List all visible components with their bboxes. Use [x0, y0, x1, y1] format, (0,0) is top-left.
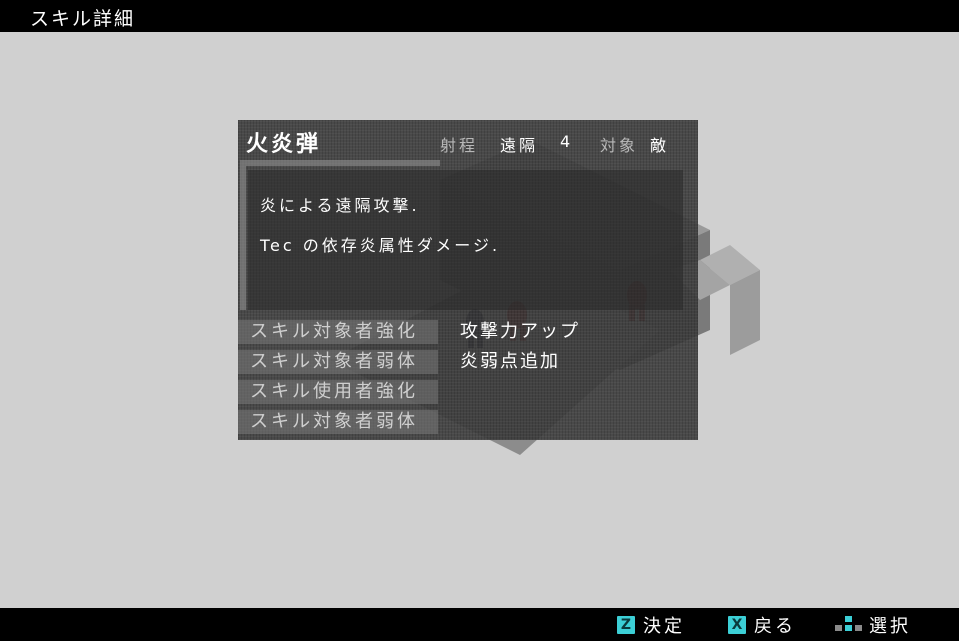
select-label: 選択: [869, 616, 911, 637]
effect-value: 炎弱点追加: [460, 351, 560, 372]
skill-detail-panel: 火炎弾 射程 遠隔 4 対象 敵 炎による遠隔攻撃. Tec の依存炎属性ダメー…: [238, 120, 698, 440]
target-value: 敵: [650, 136, 670, 155]
range-type: 遠隔: [500, 136, 539, 155]
effect-row[interactable]: スキル対象者弱体: [238, 410, 698, 434]
z-key-icon: Z: [617, 616, 635, 634]
description-line: 炎による遠隔攻撃.: [260, 196, 420, 215]
confirm-label: 決定: [643, 616, 685, 637]
title-bar: スキル詳細: [0, 0, 959, 32]
effect-value: 攻撃力アップ: [460, 321, 580, 342]
control-hints-bar: Z 決定 X 戻る 選択: [0, 608, 959, 641]
confirm-hint[interactable]: Z 決定: [617, 614, 685, 637]
x-key-icon: X: [728, 616, 746, 634]
skill-name: 火炎弾: [246, 132, 322, 157]
select-hint[interactable]: 選択: [835, 614, 911, 637]
back-hint[interactable]: X 戻る: [728, 614, 796, 637]
range-value: 4: [560, 132, 574, 151]
target-label: 対象: [600, 136, 639, 155]
effect-label: スキル対象者弱体: [238, 350, 438, 374]
effect-row[interactable]: スキル使用者強化: [238, 380, 698, 404]
effect-label: スキル対象者強化: [238, 320, 438, 344]
range-label: 射程: [440, 136, 479, 155]
back-label: 戻る: [754, 616, 796, 637]
dpad-icon: [835, 616, 862, 634]
screen-title: スキル詳細: [30, 8, 136, 30]
effect-row[interactable]: スキル対象者弱体 炎弱点追加: [238, 350, 698, 374]
effect-label: スキル対象者弱体: [238, 410, 438, 434]
description-line: Tec の依存炎属性ダメージ.: [260, 236, 501, 255]
effect-row[interactable]: スキル対象者強化 攻撃力アップ: [238, 320, 698, 344]
effect-label: スキル使用者強化: [238, 380, 438, 404]
